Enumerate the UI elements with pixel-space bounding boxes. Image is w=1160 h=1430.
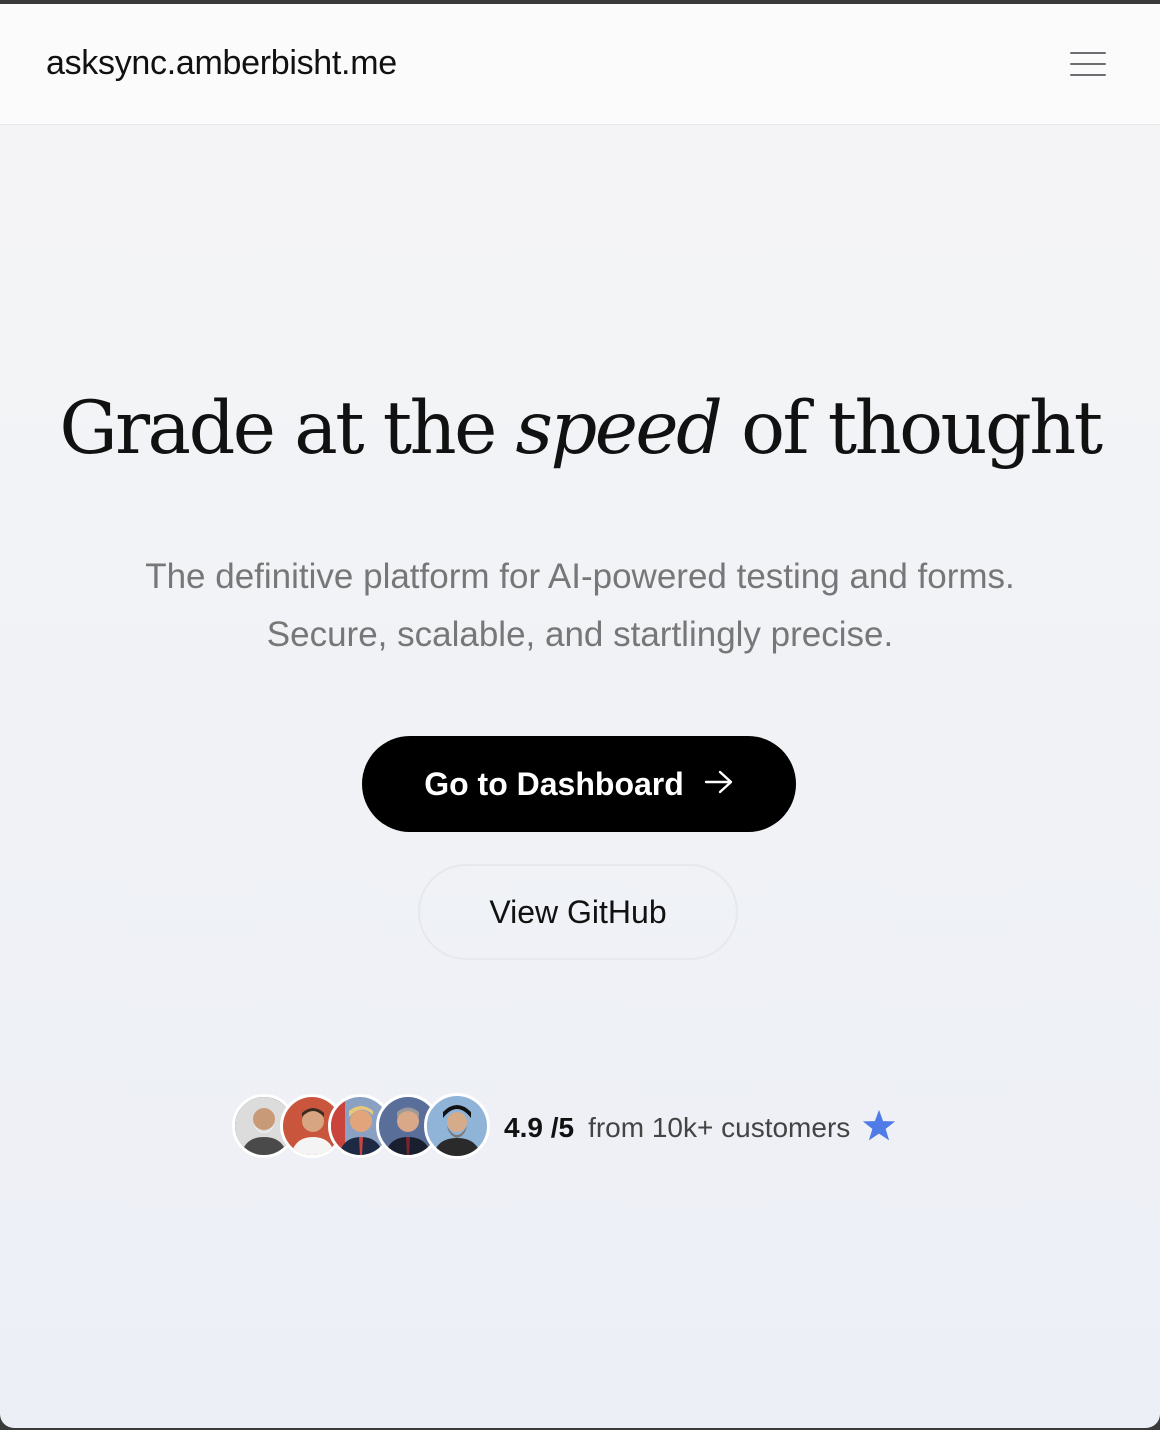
hero-title-emphasis: speed <box>515 386 723 471</box>
avatar <box>424 1093 490 1159</box>
view-github-label: View GitHub <box>489 893 667 930</box>
go-to-dashboard-label: Go to Dashboard <box>424 765 684 802</box>
menu-line <box>1070 74 1106 76</box>
view-github-button[interactable]: View GitHub <box>418 864 738 960</box>
star-icon <box>860 1107 898 1150</box>
menu-line <box>1070 52 1106 54</box>
avatar-stack <box>232 1092 496 1164</box>
go-to-dashboard-button[interactable]: Go to Dashboard <box>362 736 796 832</box>
hero-subtitle: The definitive platform for AI-powered t… <box>0 548 1160 664</box>
menu-line <box>1070 63 1106 65</box>
navbar: asksync.amberbisht.me <box>0 4 1160 125</box>
social-proof: 4.9 /5 from 10k+ customers <box>232 1092 898 1164</box>
hero-title: Grade at the speed of thought <box>0 386 1160 471</box>
brand-link[interactable]: asksync.amberbisht.me <box>46 44 397 83</box>
rating-value: 4.9 /5 <box>504 1112 575 1143</box>
hero-subtitle-line-2: Secure, scalable, and startlingly precis… <box>266 615 894 654</box>
hero-title-end: of thought <box>720 386 1103 471</box>
arrow-right-icon <box>704 766 734 803</box>
hamburger-menu-icon[interactable] <box>1062 46 1106 80</box>
page: asksync.amberbisht.me Grade at the speed… <box>0 4 1160 1428</box>
hero-title-start: Grade at the <box>59 386 516 471</box>
hero-subtitle-line-1: The definitive platform for AI-powered t… <box>145 557 1015 596</box>
rating-caption: from 10k+ customers <box>588 1112 851 1143</box>
